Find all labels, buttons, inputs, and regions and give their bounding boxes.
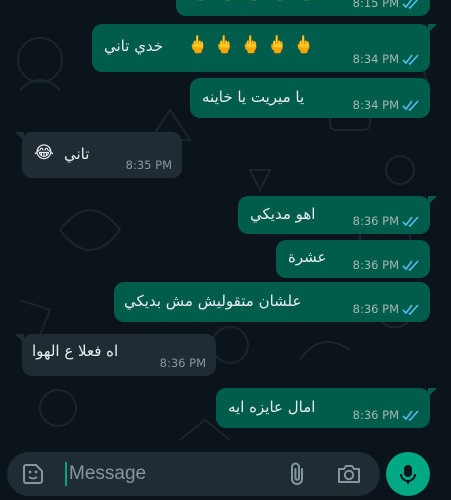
message-text: يا ميريت يا خاينه bbox=[202, 88, 305, 106]
message-text: اه فعلا ع الهوا bbox=[32, 342, 119, 360]
message-time: 8:34 PM bbox=[352, 98, 399, 112]
camera-icon[interactable] bbox=[336, 462, 362, 486]
message-time: 8:36 PM bbox=[159, 356, 206, 370]
read-receipt-icon bbox=[402, 409, 419, 421]
message-input-pill[interactable]: Message bbox=[7, 452, 380, 496]
microphone-icon bbox=[400, 465, 416, 484]
message-outgoing[interactable]: خدي تاني 🖕 🖕 🖕 🖕 🖕 8:34 PM bbox=[92, 24, 437, 72]
chat-history[interactable]: 🖕 🖕 🖕 🖕 🖕 8:15 PM خدي تاني 🖕 🖕 🖕 🖕 🖕 8:3… bbox=[0, 0, 451, 452]
message-time: 8:34 PM bbox=[352, 52, 399, 66]
message-time: 8:35 PM bbox=[125, 158, 172, 172]
message-text: تاني bbox=[64, 145, 90, 163]
bubble-tail bbox=[15, 334, 24, 343]
message-text: امال عايزه ايه bbox=[228, 398, 316, 416]
message-text: خدي تاني bbox=[104, 37, 164, 55]
message-input[interactable]: Message bbox=[69, 452, 146, 496]
message-outgoing[interactable]: 🖕 🖕 🖕 🖕 🖕 8:15 PM bbox=[176, 0, 430, 16]
message-time: 8:36 PM bbox=[352, 408, 399, 422]
message-time: 8:36 PM bbox=[352, 214, 399, 228]
message-outgoing[interactable]: امال عايزه ايه 8:36 PM bbox=[216, 388, 437, 428]
message-time: 8:36 PM bbox=[352, 302, 399, 316]
read-receipt-icon bbox=[402, 0, 418, 9]
microphone-button[interactable] bbox=[386, 452, 430, 496]
message-time: 8:36 PM bbox=[352, 258, 399, 272]
message-text: عشرة bbox=[288, 248, 327, 266]
read-receipt-icon bbox=[402, 53, 419, 65]
message-composer: Message bbox=[0, 452, 451, 500]
laughing-emoji: 😂 bbox=[34, 143, 54, 163]
paperclip-icon[interactable] bbox=[285, 461, 309, 487]
bubble-tail bbox=[428, 196, 437, 205]
read-receipt-icon bbox=[402, 215, 419, 227]
read-receipt-icon bbox=[402, 259, 419, 271]
message-outgoing[interactable]: علشان متقوليش مش بديكي 8:36 PM bbox=[114, 282, 430, 322]
bubble-tail bbox=[15, 132, 24, 141]
message-outgoing[interactable]: يا ميريت يا خاينه 8:34 PM bbox=[190, 78, 430, 118]
text-cursor bbox=[65, 462, 67, 486]
read-receipt-icon bbox=[402, 99, 419, 111]
message-text: اهو مديكي bbox=[250, 205, 316, 223]
read-receipt-icon bbox=[402, 303, 419, 315]
middle-finger-emoji-row: 🖕 🖕 🖕 🖕 🖕 bbox=[190, 0, 317, 2]
message-text: علشان متقوليش مش بديكي bbox=[124, 292, 302, 310]
sticker-smiley-icon[interactable] bbox=[21, 462, 45, 486]
message-outgoing[interactable]: اهو مديكي 8:36 PM bbox=[238, 196, 437, 234]
message-incoming[interactable]: اه فعلا ع الهوا 8:36 PM bbox=[15, 334, 216, 376]
message-time: 8:15 PM bbox=[352, 0, 399, 10]
middle-finger-emoji-row: 🖕 🖕 🖕 🖕 🖕 bbox=[187, 35, 315, 55]
message-outgoing[interactable]: عشرة 8:36 PM bbox=[276, 240, 430, 278]
message-incoming[interactable]: 😂 تاني 8:35 PM bbox=[15, 132, 182, 178]
bubble-tail bbox=[428, 24, 437, 33]
bubble-tail bbox=[428, 388, 437, 397]
